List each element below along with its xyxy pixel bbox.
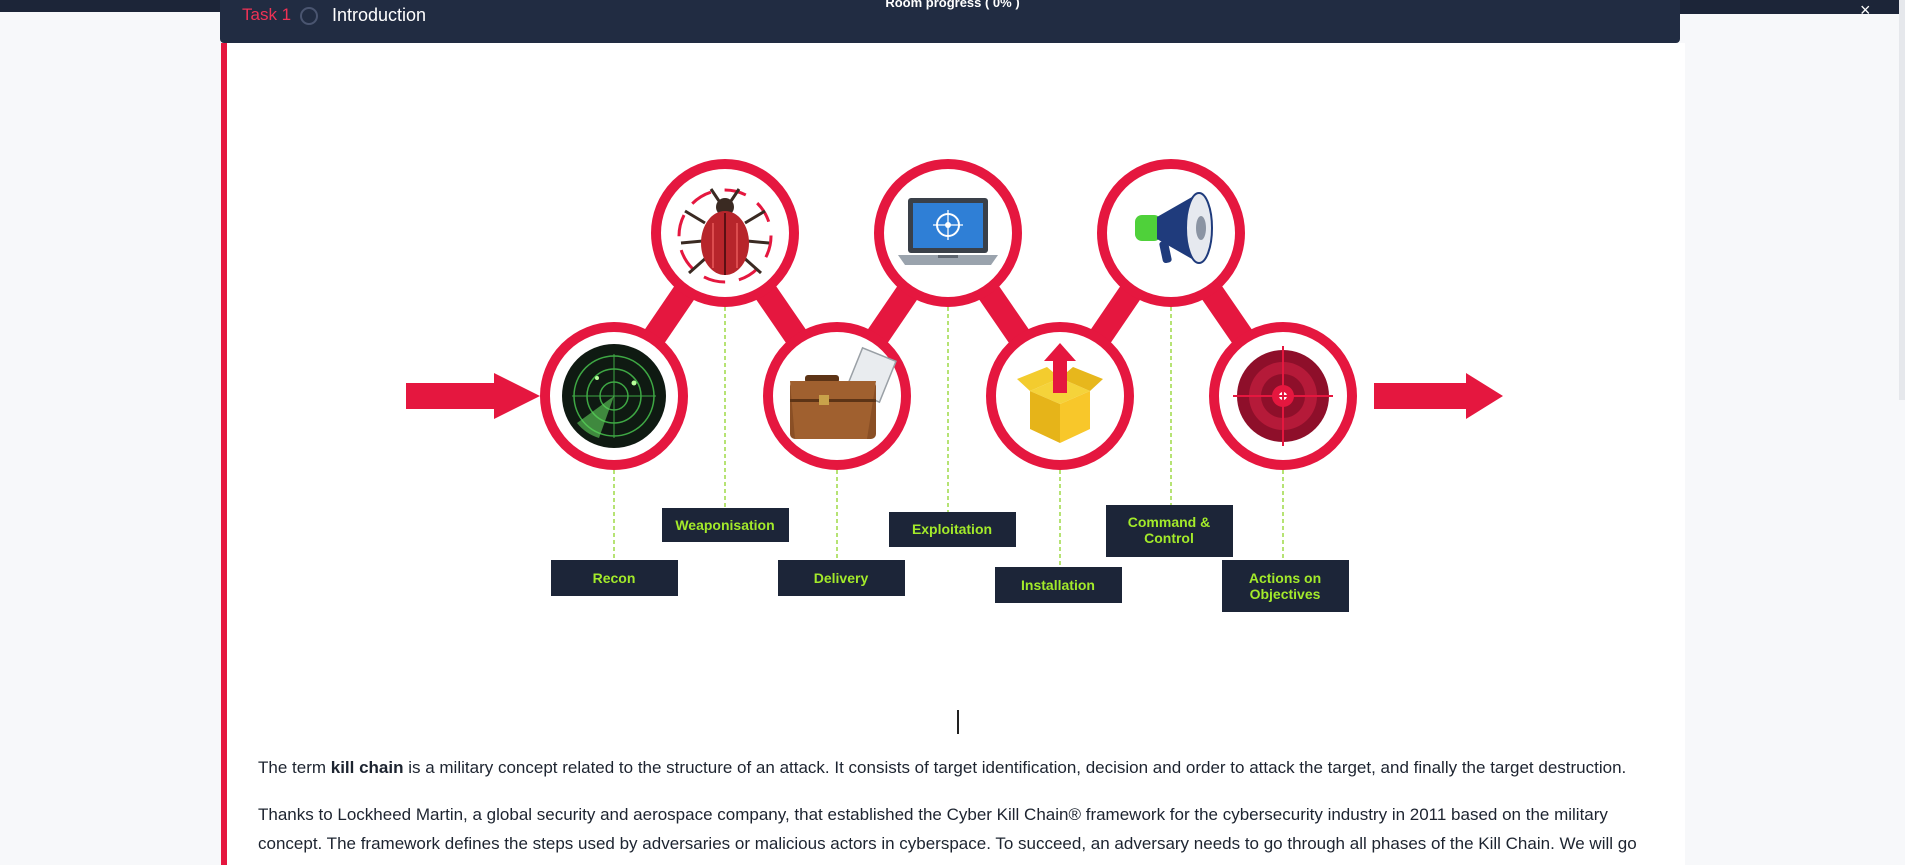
label-delivery-text: Delivery (814, 570, 869, 586)
label-exploitation: Exploitation (889, 512, 1016, 547)
label-command-control: Command & Control (1106, 505, 1233, 557)
arrow-right-icon (1374, 373, 1503, 419)
label-exploitation-text: Exploitation (912, 521, 992, 537)
phase-recon (540, 322, 688, 470)
label-recon-text: Recon (593, 570, 636, 586)
p1-bold-term: kill chain (330, 758, 404, 777)
intro-paragraph-2: Thanks to Lockheed Martin, a global secu… (258, 805, 1637, 853)
p1-text-start: The term (258, 758, 331, 777)
label-weaponisation-text: Weaponisation (675, 517, 774, 533)
label-actions-on-objectives-text: Actions on Objectives (1249, 570, 1321, 602)
label-recon: Recon (551, 560, 678, 596)
page-scrollbar[interactable] (1899, 0, 1905, 400)
phase-weaponisation (651, 159, 799, 307)
radar-icon (562, 344, 666, 448)
phase-installation (986, 322, 1134, 470)
task-content: Recon Weaponisation Delivery Exploitatio… (221, 43, 1685, 865)
label-installation-text: Installation (1021, 577, 1095, 593)
phase-delivery (763, 322, 911, 470)
phase-exploitation (874, 159, 1022, 307)
label-weaponisation: Weaponisation (662, 508, 789, 542)
label-delivery: Delivery (778, 560, 905, 596)
arrow-left-icon (406, 373, 540, 419)
label-actions-on-objectives: Actions on Objectives (1222, 560, 1349, 612)
phase-actions-on-objectives (1209, 322, 1357, 470)
intro-paragraph-1: The term kill chain is a military concep… (258, 753, 1668, 782)
text-cursor (957, 710, 959, 734)
phase-command-control (1097, 159, 1245, 307)
kill-chain-diagram: Recon Weaponisation Delivery Exploitatio… (406, 159, 1503, 612)
p1-text-end: is a military concept related to the str… (403, 758, 1627, 777)
label-installation: Installation (995, 567, 1122, 603)
room-progress: Room progress ( 0% ) (885, 0, 1020, 10)
